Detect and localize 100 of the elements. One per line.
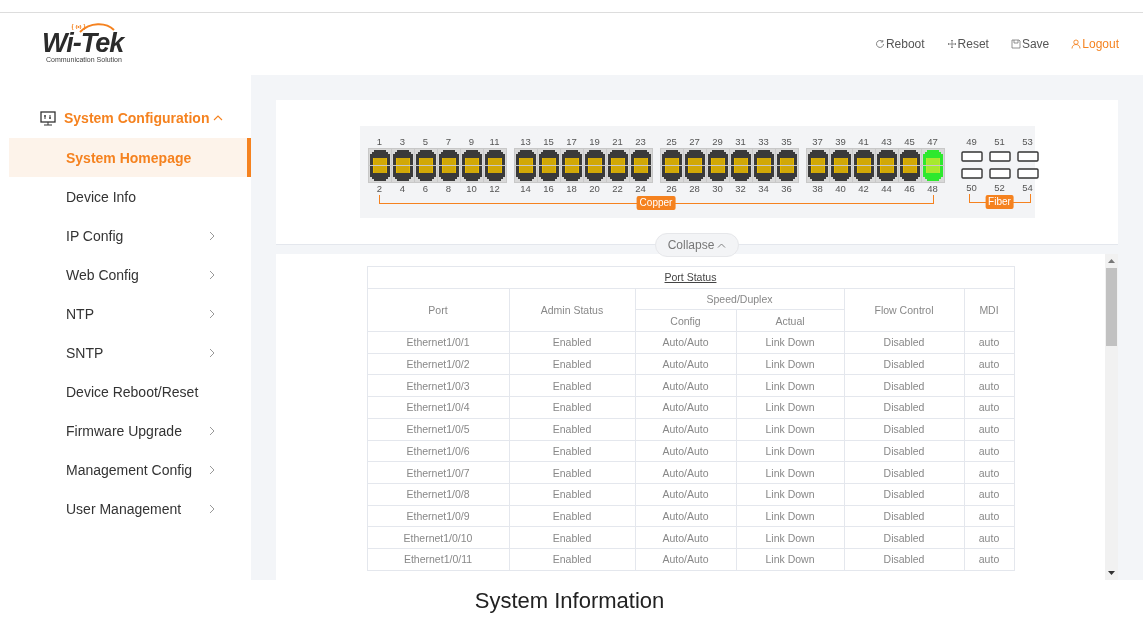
port-number: 10 xyxy=(466,183,477,195)
port-number: 12 xyxy=(489,183,500,195)
port-number: 32 xyxy=(735,183,746,195)
table-cell: Ethernet1/0/6 xyxy=(367,440,509,462)
table-cell: Disabled xyxy=(844,548,964,571)
port-number: 44 xyxy=(881,183,892,195)
sidebar-item[interactable]: Device Info xyxy=(9,177,251,216)
table-cell: auto xyxy=(964,526,1014,549)
table-cell: Link Down xyxy=(736,374,844,397)
table-cell: Enabled xyxy=(509,505,635,527)
port-number: 3 xyxy=(399,136,406,148)
column-header: Flow Control xyxy=(844,288,964,332)
table-cell: Ethernet1/0/8 xyxy=(367,483,509,506)
port-number: 2 xyxy=(376,183,383,195)
table-cell: Ethernet1/0/10 xyxy=(367,526,509,549)
column-header: Port xyxy=(367,288,509,332)
table-cell: Link Down xyxy=(736,331,844,354)
table-cell: Ethernet1/0/1 xyxy=(367,331,509,354)
collapse-button[interactable]: Collapse xyxy=(654,233,740,257)
port-number: 6 xyxy=(422,183,429,195)
table-cell: Auto/Auto xyxy=(635,526,736,549)
table-cell: auto xyxy=(964,440,1014,462)
port-number: 50 xyxy=(966,182,977,194)
column-header: MDI xyxy=(964,288,1014,332)
sidebar-item[interactable]: User Management xyxy=(9,489,251,528)
table-cell: auto xyxy=(964,396,1014,419)
table-cell: Link Down xyxy=(736,461,844,484)
port-number: 43 xyxy=(881,136,892,148)
port-number: 45 xyxy=(904,136,915,148)
table-cell: Auto/Auto xyxy=(635,396,736,419)
port-number: 15 xyxy=(543,136,554,148)
port-number: 39 xyxy=(835,136,846,148)
port-number: 24 xyxy=(635,183,646,195)
fiber-label: Fiber xyxy=(985,195,1014,209)
port-number: 31 xyxy=(735,136,746,148)
port-number: 13 xyxy=(520,136,531,148)
port-number: 18 xyxy=(566,183,577,195)
scrollbar-track[interactable] xyxy=(1105,254,1118,580)
save-icon xyxy=(1010,39,1021,49)
table-cell: auto xyxy=(964,418,1014,440)
table-cell: Disabled xyxy=(844,461,964,484)
table-cell: Link Down xyxy=(736,418,844,440)
copper-label: Copper xyxy=(636,196,676,210)
table-cell: auto xyxy=(964,548,1014,571)
caret-icon xyxy=(717,242,727,248)
scroll-thumb[interactable] xyxy=(1106,268,1117,346)
table-cell: Enabled xyxy=(509,548,635,571)
port-number: 53 xyxy=(1022,136,1033,148)
port-number: 47 xyxy=(927,136,938,148)
table-cell: auto xyxy=(964,461,1014,484)
port-number: 49 xyxy=(966,136,977,148)
scroll-up-icon[interactable] xyxy=(1108,259,1115,263)
port-number: 38 xyxy=(812,183,823,195)
sidebar-item[interactable]: Web Config xyxy=(9,255,251,294)
table-cell: Link Down xyxy=(736,526,844,549)
port-number: 7 xyxy=(445,136,452,148)
table-cell: Ethernet1/0/9 xyxy=(367,505,509,527)
sidebar-item[interactable]: Device Reboot/Reset xyxy=(9,372,251,411)
port-number: 17 xyxy=(566,136,577,148)
scroll-down-icon[interactable] xyxy=(1108,571,1115,575)
table-cell: Auto/Auto xyxy=(635,505,736,527)
port-number: 4 xyxy=(399,183,406,195)
port-number: 51 xyxy=(994,136,1005,148)
table-cell: Enabled xyxy=(509,526,635,549)
table-cell: Auto/Auto xyxy=(635,418,736,440)
sidebar-item[interactable]: NTP xyxy=(9,294,251,333)
reset-button[interactable]: Reset xyxy=(946,37,989,51)
port-number: 1 xyxy=(376,136,383,148)
port-number: 28 xyxy=(689,183,700,195)
reboot-button[interactable]: Reboot xyxy=(874,37,925,51)
port-number: 23 xyxy=(635,136,646,148)
sidebar-item[interactable]: Firmware Upgrade xyxy=(9,411,251,450)
port-number: 20 xyxy=(589,183,600,195)
table-cell: Ethernet1/0/3 xyxy=(367,374,509,397)
table-cell: Auto/Auto xyxy=(635,374,736,397)
table-cell: Ethernet1/0/7 xyxy=(367,461,509,484)
port-number: 11 xyxy=(489,136,500,148)
sidebar-item[interactable]: Management Config xyxy=(9,450,251,489)
section-label: System Configuration xyxy=(64,110,210,126)
port-number: 42 xyxy=(858,183,869,195)
sidebar-item[interactable]: SNTP xyxy=(9,333,251,372)
port-number: 41 xyxy=(858,136,869,148)
port-number: 33 xyxy=(758,136,769,148)
column-header: Config xyxy=(635,309,736,332)
save-button[interactable]: Save xyxy=(1010,37,1050,51)
port-number: 22 xyxy=(612,183,623,195)
table-cell: Link Down xyxy=(736,396,844,419)
table-cell: auto xyxy=(964,374,1014,397)
table-cell: Enabled xyxy=(509,374,635,397)
port-number: 14 xyxy=(520,183,531,195)
table-cell: Ethernet1/0/11 xyxy=(367,548,509,571)
port-number: 46 xyxy=(904,183,915,195)
table-cell: Disabled xyxy=(844,331,964,354)
port-number: 25 xyxy=(666,136,677,148)
table-cell: Disabled xyxy=(844,526,964,549)
sidebar-item[interactable]: IP Config xyxy=(9,216,251,255)
port-number: 48 xyxy=(927,183,938,195)
port-number: 30 xyxy=(712,183,723,195)
table-cell: Auto/Auto xyxy=(635,483,736,506)
column-header: Speed/Duplex xyxy=(635,288,844,310)
